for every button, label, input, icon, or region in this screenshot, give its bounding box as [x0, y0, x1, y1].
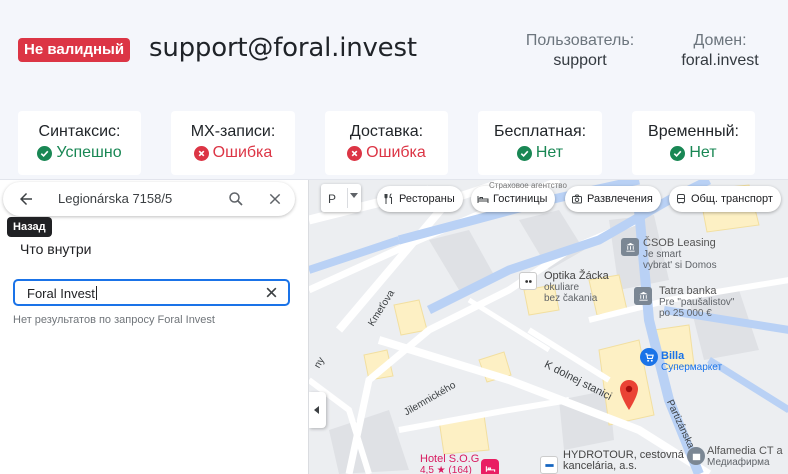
email-address: support@foral.invest: [149, 33, 417, 63]
check-result-text: Успешно: [56, 144, 122, 161]
arrow-back-icon[interactable]: [17, 190, 35, 208]
section-title: Что внутри: [20, 241, 92, 257]
business-icon[interactable]: [687, 447, 705, 465]
check-card-syntax: Синтаксис: Успешно: [18, 111, 141, 175]
poi-csob[interactable]: ČSOB Leasing Je smart vybrat' si Domos: [643, 238, 717, 272]
poi-billa[interactable]: Billa Супермаркет: [661, 351, 722, 374]
check-circle-icon: [516, 145, 532, 161]
check-label: Бесплатная:: [493, 123, 587, 140]
camera-icon: [572, 194, 582, 204]
chip-label: Общ. транспорт: [691, 193, 773, 205]
bank-icon[interactable]: [634, 287, 652, 305]
user-info: Пользователь: support: [520, 31, 640, 71]
fork-knife-icon: [384, 193, 392, 204]
location-pin-icon[interactable]: [620, 380, 638, 410]
check-result: Успешно: [37, 143, 122, 163]
check-label: Временный:: [648, 123, 739, 140]
check-label: Доставка:: [349, 123, 424, 140]
check-result-text: Ошибка: [366, 144, 426, 161]
poi-hydrotour[interactable]: HYDROTOUR, cestovná kancelária, a.s.: [563, 450, 684, 472]
check-result-text: Ошибка: [212, 144, 273, 161]
close-icon[interactable]: [267, 191, 283, 207]
bed-icon: [477, 196, 489, 203]
chip-entertainment[interactable]: Развлечения: [565, 186, 661, 212]
domain-info: Домен: foral.invest: [670, 31, 770, 71]
poi-hotel-sog[interactable]: Hotel S.O.G 4,5 ★ (164): [420, 454, 479, 474]
email-validation-panel: Не валидный support@foral.invest Пользов…: [0, 0, 788, 180]
chip-restaurants[interactable]: Рестораны: [377, 186, 463, 212]
check-card-delivery: Доставка: Ошибка: [325, 111, 448, 175]
user-value: support: [553, 52, 607, 69]
map-type-label: Р: [328, 192, 337, 206]
chip-label: Рестораны: [399, 193, 455, 205]
map-search-query[interactable]: Legionárska 7158/5: [58, 191, 172, 206]
poi-optika[interactable]: Optika Žácka okuliare bez čakania: [544, 271, 609, 305]
poi-tatra-banka[interactable]: Tatra banka Pre "paušalistov" po 25 000 …: [659, 286, 734, 320]
clear-icon[interactable]: [265, 286, 278, 299]
x-circle-icon: [193, 145, 209, 161]
optika-logo-icon[interactable]: [519, 272, 537, 290]
poi-alfamedia[interactable]: Alfamedia CT a Медиафирма: [707, 446, 783, 469]
shopping-cart-icon[interactable]: [640, 348, 658, 366]
bus-icon: [677, 194, 685, 204]
map-search-box[interactable]: Legionárska 7158/5: [3, 182, 295, 216]
status-badge: Не валидный: [18, 38, 131, 62]
domain-label: Домен:: [693, 32, 747, 49]
check-result: Нет: [670, 143, 717, 163]
map-sidebar: Legionárska 7158/5 Назад Что внутри Fora…: [0, 180, 308, 474]
check-label: Синтаксис:: [38, 123, 121, 140]
check-result: Нет: [516, 143, 564, 163]
check-card-free: Бесплатная: Нет: [478, 111, 602, 175]
map-base-layer: [309, 180, 788, 474]
back-tooltip: Назад: [7, 217, 52, 237]
domain-value: foral.invest: [681, 52, 759, 69]
chip-label: Развлечения: [587, 193, 653, 205]
inner-search-value[interactable]: Foral Invest: [27, 286, 97, 301]
hotel-bed-icon[interactable]: [481, 459, 499, 474]
dropdown-arrow-icon[interactable]: [350, 193, 358, 198]
map-canvas[interactable]: Р Рестораны Гостиницы Развлечения Общ. т…: [308, 180, 788, 474]
check-card-mx: MX-записи: Ошибка: [171, 111, 295, 175]
search-icon[interactable]: [227, 190, 245, 208]
check-result-text: Нет: [689, 144, 717, 161]
map-type-selector[interactable]: Р: [321, 184, 361, 212]
check-circle-icon: [670, 145, 686, 161]
hydrotour-logo-icon[interactable]: [540, 456, 558, 474]
check-circle-icon: [37, 145, 53, 161]
poi-top-label: Страховое агентство: [489, 181, 567, 190]
check-result: Ошибка: [347, 143, 426, 163]
user-label: Пользователь:: [525, 32, 635, 49]
check-result: Ошибка: [193, 143, 273, 163]
check-card-temporary: Временный: Нет: [632, 111, 755, 175]
inner-search-input[interactable]: Foral Invest: [13, 279, 290, 306]
chip-transit[interactable]: Общ. транспорт: [669, 186, 781, 212]
collapse-panel-button[interactable]: [309, 392, 326, 428]
x-circle-icon: [347, 145, 363, 161]
bank-icon[interactable]: [621, 238, 639, 256]
no-results-message: Нет результатов по запросу Foral Invest: [13, 314, 215, 326]
check-label: MX-записи:: [190, 123, 276, 140]
check-result-text: Нет: [535, 144, 564, 161]
